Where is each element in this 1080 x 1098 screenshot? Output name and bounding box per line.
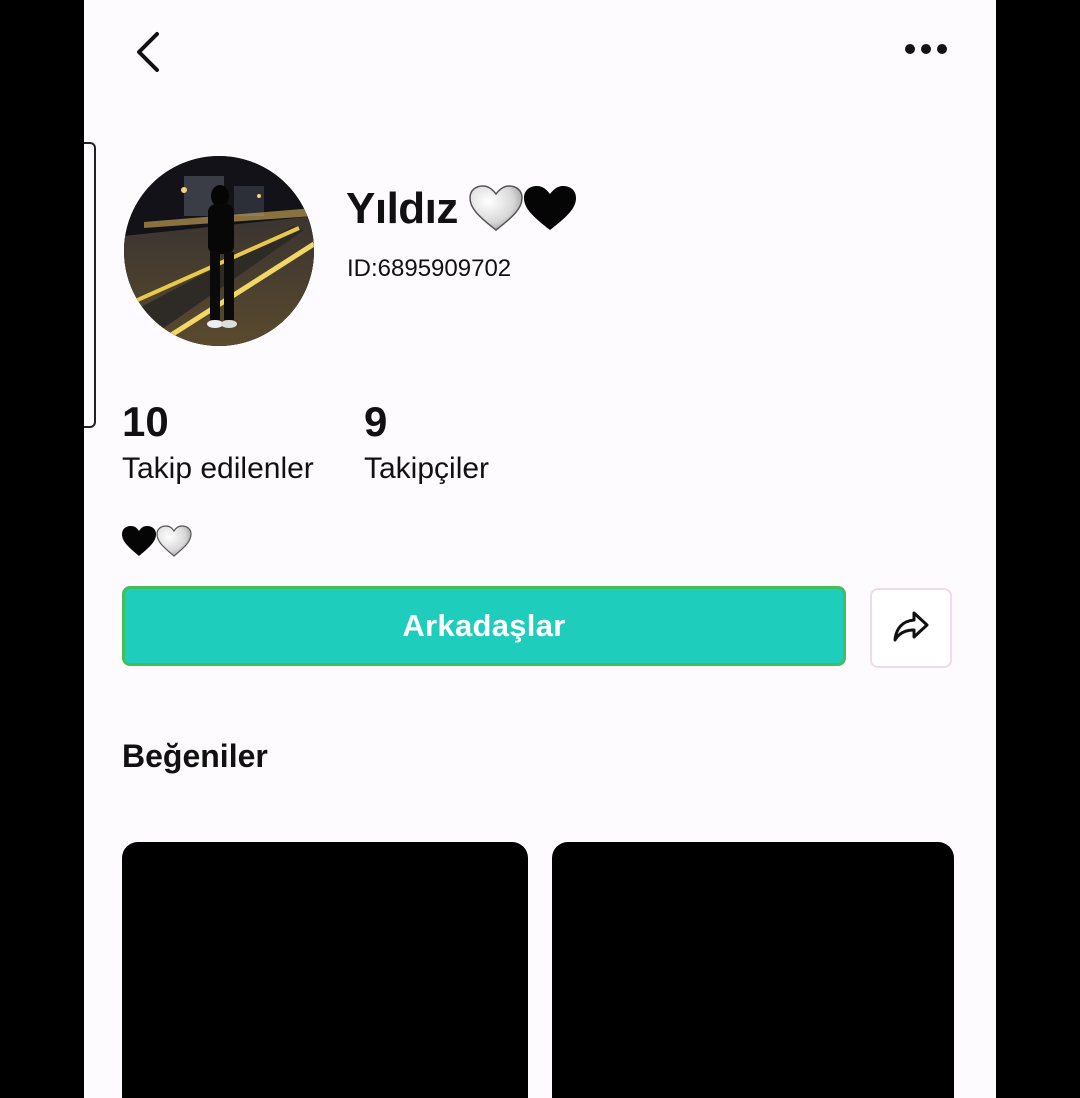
- share-button[interactable]: [870, 588, 952, 668]
- profile-name: Yıldız: [346, 184, 458, 233]
- avatar[interactable]: [124, 156, 314, 346]
- share-arrow-icon: [892, 609, 930, 648]
- profile-screen: Yıldız ID:6895909702 10 Takip edilenler …: [84, 0, 996, 1098]
- more-horizontal-icon: [904, 42, 948, 60]
- followers-label: Takipçiler: [364, 452, 490, 485]
- name-hearts-icon: [468, 184, 580, 234]
- side-edge-tab: [84, 142, 96, 428]
- friends-button[interactable]: Arkadaşlar: [122, 586, 846, 666]
- chevron-left-icon: [133, 31, 163, 78]
- user-id: ID:6895909702: [347, 255, 512, 282]
- bio-hearts-icon: [120, 524, 194, 558]
- following-label: Takip edilenler: [122, 452, 314, 485]
- liked-video-thumbnail[interactable]: [552, 842, 954, 1098]
- following-count: 10: [122, 398, 169, 445]
- likes-section-title: Beğeniler: [122, 738, 268, 774]
- followers-count: 9: [364, 398, 388, 445]
- back-button[interactable]: [122, 28, 174, 80]
- profile-name-row: Yıldız: [346, 184, 580, 234]
- followers-stat[interactable]: 9 Takipçiler: [364, 398, 489, 486]
- friends-button-label: Arkadaşlar: [402, 608, 566, 643]
- more-options-button[interactable]: [896, 26, 956, 76]
- following-stat[interactable]: 10 Takip edilenler: [122, 398, 314, 486]
- liked-video-thumbnail[interactable]: [122, 842, 528, 1098]
